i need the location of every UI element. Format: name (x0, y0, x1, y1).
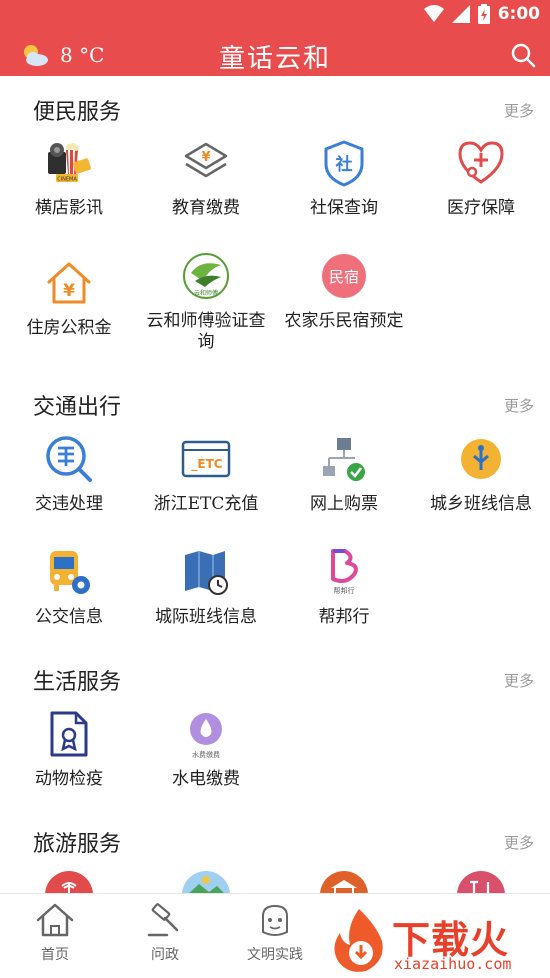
tab-home[interactable]: 首页 (0, 902, 110, 964)
tile-bus-info[interactable]: 公交信息 (0, 547, 138, 628)
cinema-icon: CINEMA (48, 143, 91, 183)
network-tickets-icon (323, 438, 365, 481)
tab-politics[interactable]: 问政 (110, 902, 220, 964)
tile-animal-quarantine[interactable]: 动物检疫 (0, 709, 138, 790)
bangbangxing-logo-icon: 帮邦行 (331, 549, 358, 595)
tile-label: 教育缴费 (172, 198, 240, 218)
search-icon[interactable] (510, 42, 536, 68)
mascot-icon (262, 904, 288, 936)
tile-label: 云和师傅验证查询 (146, 311, 266, 352)
tuition-payment-icon: ¥ (184, 142, 228, 178)
tile-hengdian-movie[interactable]: CINEMA 横店影讯 (0, 138, 138, 219)
svg-text:云和师傅: 云和师傅 (194, 289, 218, 297)
svg-text:CINEMA: CINEMA (57, 177, 77, 183)
section-title: 便民服务 (33, 100, 122, 125)
svg-text:¥: ¥ (63, 281, 75, 301)
section-tourism: 旅游服务 更多 (0, 806, 550, 893)
signal-icon (451, 5, 470, 23)
tab-label: 文明实践 (247, 947, 303, 963)
tile-education-fee[interactable]: ¥ 教育缴费 (137, 138, 275, 219)
status-time: 6:00 (497, 4, 540, 24)
house-yuan-icon: ¥ (47, 262, 91, 304)
tile-bangbangxing[interactable]: 帮邦行 帮邦行 (275, 547, 413, 628)
svg-text:民宿: 民宿 (329, 268, 359, 286)
pavilion-icon (320, 871, 368, 893)
tile-label: 浙江ETC充值 (153, 494, 259, 514)
tile-tourism-3[interactable] (275, 870, 413, 893)
tile-label: 横店影讯 (35, 198, 103, 218)
water-drop-icon: 水费缴费 (190, 713, 222, 759)
tab-label: 问政 (151, 947, 179, 963)
tile-label: 社保查询 (310, 198, 378, 218)
battery-icon (477, 4, 490, 24)
home-icon (36, 903, 74, 937)
tile-tourism-4[interactable] (412, 870, 550, 893)
tile-utility-payment[interactable]: 水费缴费 水电缴费 (137, 709, 275, 790)
svg-text:¥: ¥ (201, 150, 210, 165)
watermark-flame-logo (334, 909, 383, 972)
tile-label: 医疗保障 (447, 198, 515, 218)
tile-label: 农家乐民宿预定 (284, 311, 404, 331)
tile-label: 城乡班线信息 (430, 494, 532, 514)
tile-housing-fund[interactable]: ¥ 住房公积金 (0, 258, 138, 339)
section-transport: 交通出行 更多 交违处理 _ETC 浙江ETC充值 网上购票 城乡班线信息 公交… (0, 371, 550, 646)
svg-text:社: 社 (335, 154, 353, 175)
tile-etc-recharge[interactable]: _ETC 浙江ETC充值 (137, 434, 275, 515)
tile-traffic-violation[interactable]: 交违处理 (0, 434, 138, 515)
tile-label: 住房公积金 (26, 318, 112, 338)
certificate-document-icon (50, 711, 88, 757)
section-title: 交通出行 (33, 395, 122, 420)
more-link[interactable]: 更多 (504, 100, 534, 121)
more-link[interactable]: 更多 (504, 832, 534, 853)
home-content[interactable]: 便民服务 更多 CINEMA 横店影讯 ¥ 教育缴费 社 社保查询 医疗保障 ¥… (0, 76, 550, 893)
dining-icon (457, 871, 505, 893)
bus-gear-icon (50, 551, 90, 594)
tile-tourism-2[interactable] (137, 870, 275, 893)
section-title: 旅游服务 (33, 832, 122, 857)
svg-text:_ETC: _ETC (191, 457, 222, 472)
tab-civilization-practice[interactable]: 文明实践 (220, 902, 330, 964)
section-title: 生活服务 (33, 670, 122, 695)
tile-intercity-bus[interactable]: 城际班线信息 (137, 547, 275, 628)
shifu-logo-icon: 云和师傅 (183, 253, 229, 299)
tile-label: 网上购票 (310, 494, 378, 514)
etc-card-icon: _ETC (181, 440, 231, 478)
wifi-icon (423, 5, 444, 22)
violation-search-icon (46, 436, 92, 482)
tile-label: 帮邦行 (318, 607, 370, 627)
svg-text:帮邦行: 帮邦行 (334, 586, 355, 595)
tile-online-ticket[interactable]: 网上购票 (275, 434, 413, 515)
tile-label: 城际班线信息 (155, 607, 257, 627)
scenery-icon (182, 871, 230, 893)
section-life: 生活服务 更多 动物检疫 水费缴费 水电缴费 (0, 646, 550, 806)
app-header: 8 °C 童话云和 (0, 30, 550, 76)
map-clock-icon (185, 551, 228, 595)
svg-text:水费缴费: 水费缴费 (192, 750, 220, 759)
tab-label: 首页 (41, 947, 69, 963)
homestay-icon: 民宿 (322, 254, 366, 298)
palm-beach-icon (45, 871, 93, 893)
tile-farmstay-booking[interactable]: 民宿 农家乐民宿预定 (275, 251, 413, 332)
tile-label: 交违处理 (35, 494, 103, 514)
heart-medical-icon (458, 141, 504, 184)
tile-label: 水电缴费 (172, 769, 240, 789)
tile-label: 动物检疫 (35, 769, 103, 789)
tile-social-security[interactable]: 社 社保查询 (275, 138, 413, 219)
tile-medical-insurance[interactable]: 医疗保障 (412, 138, 550, 219)
more-link[interactable]: 更多 (504, 395, 534, 416)
status-bar: 6:00 (0, 0, 550, 30)
tile-label: 公交信息 (35, 607, 103, 627)
more-link[interactable]: 更多 (504, 670, 534, 691)
tile-shifu-verify[interactable]: 云和师傅 云和师傅验证查询 (137, 251, 275, 353)
tile-tourism-1[interactable] (0, 870, 138, 893)
app-title: 童话云和 (218, 44, 331, 74)
watermark-url: xiazaihuo.com (394, 955, 512, 973)
section-convenience: 便民服务 更多 CINEMA 横店影讯 ¥ 教育缴费 社 社保查询 医疗保障 ¥… (0, 76, 550, 366)
bus-line-icon (461, 439, 501, 479)
tile-urban-rural-bus[interactable]: 城乡班线信息 (412, 434, 550, 515)
gavel-icon (147, 903, 179, 937)
watermark: 下载火 xiazaihuo.com (326, 905, 544, 975)
shield-icon: 社 (324, 140, 364, 187)
